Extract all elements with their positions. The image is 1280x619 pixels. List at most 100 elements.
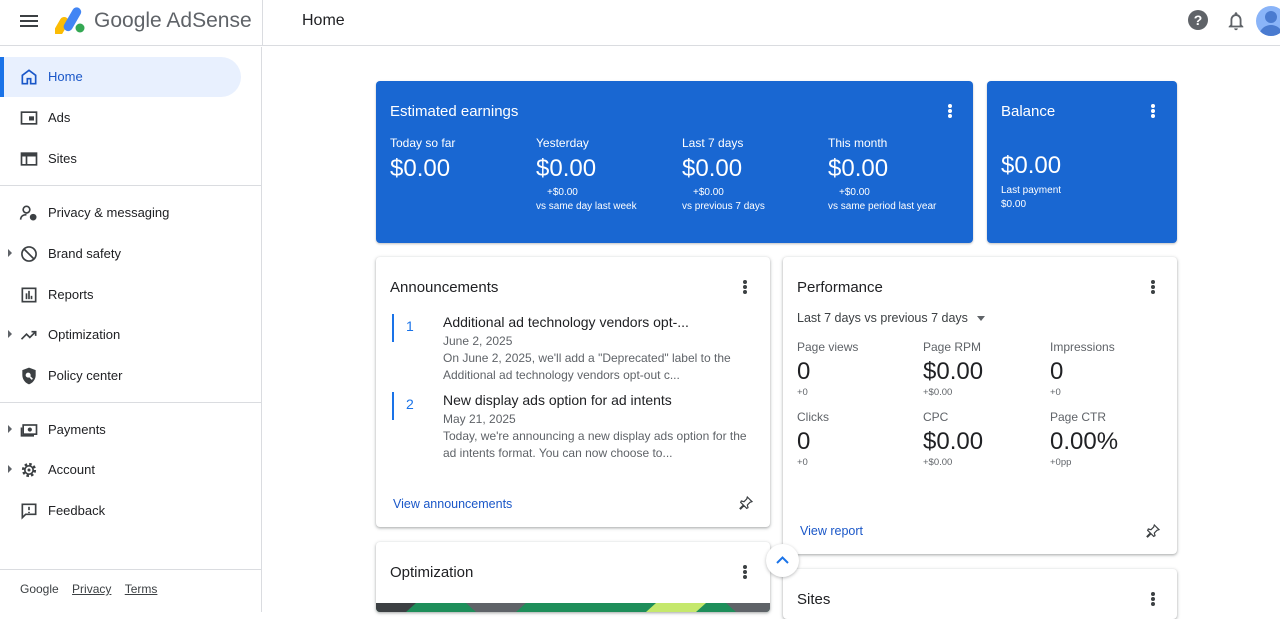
sidebar-item-label: Payments	[48, 422, 106, 437]
metric-label: Page CTR	[1050, 410, 1107, 424]
pin-icon[interactable]	[1145, 523, 1161, 539]
earnings-delta: +$0.00	[693, 187, 724, 198]
more-options-icon[interactable]	[948, 104, 952, 118]
card-title: Balance	[1001, 103, 1056, 120]
sidebar-item-label: Ads	[48, 110, 71, 125]
metric-delta: +0	[1050, 387, 1061, 398]
sidebar-item-optimization[interactable]: Optimization	[0, 315, 241, 355]
sidebar-item-label: Sites	[48, 151, 77, 166]
ads-icon	[20, 111, 38, 125]
view-announcements-link[interactable]: View announcements	[393, 497, 512, 511]
sidebar-item-home[interactable]: Home	[0, 57, 241, 97]
earnings-value: $0.00	[682, 155, 743, 182]
header-divider	[262, 0, 263, 46]
sidebar-item-sites[interactable]: Sites	[0, 139, 241, 179]
sidebar-item-privacy-messaging[interactable]: Privacy & messaging	[0, 193, 241, 233]
earnings-label: This month	[828, 136, 888, 150]
page-title: Home	[302, 12, 345, 29]
metric-label: Impressions	[1050, 340, 1115, 354]
account-avatar[interactable]	[1256, 6, 1280, 36]
earnings-compare: vs same day last week	[536, 201, 637, 212]
more-options-icon[interactable]	[743, 565, 747, 579]
terms-link[interactable]: Terms	[125, 582, 158, 596]
pin-icon[interactable]	[738, 495, 754, 511]
metric-impressions: Impressions 0 +0	[1050, 340, 1170, 398]
expand-caret-icon[interactable]	[8, 330, 12, 338]
metric-delta: +0	[797, 387, 808, 398]
sidebar-item-label: Home	[48, 69, 83, 84]
announcement-body: Today, we're announcing a new display ad…	[443, 429, 747, 460]
more-options-icon[interactable]	[743, 280, 747, 294]
announcement-item[interactable]: 2 New display ads option for ad intents …	[392, 392, 762, 462]
earnings-label: Today so far	[390, 136, 456, 150]
card-title: Sites	[797, 591, 831, 608]
optimization-card: Optimization	[376, 542, 770, 612]
help-icon[interactable]: ?	[1188, 10, 1208, 30]
expand-caret-icon[interactable]	[8, 425, 12, 433]
adsense-logo-icon	[55, 7, 85, 34]
more-options-icon[interactable]	[1151, 280, 1155, 294]
performance-card: Performance Last 7 days vs previous 7 da…	[783, 257, 1177, 554]
metric-label: Page RPM	[923, 340, 982, 354]
avatar-person-icon	[1259, 11, 1280, 36]
google-footer-label: Google	[20, 582, 59, 596]
announcement-item[interactable]: 1 Additional ad technology vendors opt-.…	[392, 314, 762, 384]
announcement-date: May 21, 2025	[443, 412, 516, 426]
feedback-icon	[21, 503, 37, 520]
scroll-to-top-button[interactable]	[766, 544, 799, 577]
chevron-up-icon	[776, 556, 789, 564]
card-title: Estimated earnings	[390, 103, 519, 120]
earnings-delta: +$0.00	[547, 187, 578, 198]
earnings-value: $0.00	[828, 155, 889, 182]
announcement-marker	[392, 314, 394, 342]
sidebar-item-ads[interactable]: Ads	[0, 98, 241, 138]
earnings-value: $0.00	[536, 155, 597, 182]
earnings-last-7-days: Last 7 days $0.00 +$0.00 vs previous 7 d…	[682, 136, 822, 212]
sidebar-item-reports[interactable]: Reports	[0, 275, 241, 315]
sidebar-item-feedback[interactable]: Feedback	[0, 491, 241, 531]
sidebar-item-label: Policy center	[48, 368, 123, 383]
earnings-delta: +$0.00	[839, 187, 870, 198]
metric-delta: +$0.00	[923, 387, 953, 398]
sidebar-item-policy-center[interactable]: Policy center	[0, 356, 241, 396]
more-options-icon[interactable]	[1151, 104, 1155, 118]
expand-caret-icon[interactable]	[8, 249, 12, 257]
notifications-bell-icon[interactable]	[1225, 10, 1247, 32]
brand-name[interactable]: Google AdSense	[94, 9, 252, 33]
privacy-link[interactable]: Privacy	[72, 582, 111, 596]
sidebar-item-brand-safety[interactable]: Brand safety	[0, 234, 241, 274]
date-range-label: Last 7 days vs previous 7 days	[797, 311, 968, 325]
sidebar-item-label: Optimization	[48, 327, 121, 342]
announcement-headline[interactable]: New display ads option for ad intents	[443, 392, 672, 408]
metric-delta: +0pp	[1050, 457, 1072, 468]
metric-delta: +0	[797, 457, 808, 468]
metric-label: Page views	[797, 340, 859, 354]
payments-icon	[20, 424, 38, 437]
home-icon	[21, 69, 37, 85]
earnings-value: $0.00	[390, 155, 451, 182]
announcement-headline[interactable]: Additional ad technology vendors opt-...	[443, 314, 689, 330]
metric-delta: +$0.00	[923, 457, 953, 468]
sidebar-item-account[interactable]: Account	[0, 450, 241, 490]
metric-value: 0	[1050, 358, 1064, 385]
announcement-date: June 2, 2025	[443, 334, 513, 348]
date-range-selector[interactable]: Last 7 days vs previous 7 days	[797, 311, 986, 325]
metric-clicks: Clicks 0 +0	[797, 410, 917, 468]
last-payment-label: Last payment	[1001, 185, 1062, 196]
sidebar-item-label: Brand safety	[48, 246, 121, 261]
announcement-number: 2	[406, 396, 414, 412]
sidebar-item-label: Privacy & messaging	[48, 205, 170, 220]
sidebar-item-payments[interactable]: Payments	[0, 410, 241, 450]
sidebar-footer: Google Privacy Terms	[20, 582, 157, 596]
card-title: Announcements	[390, 279, 499, 296]
reports-icon	[21, 287, 37, 303]
card-title: Optimization	[390, 564, 474, 581]
metric-value: $0.00	[923, 358, 984, 385]
view-report-link[interactable]: View report	[800, 524, 863, 538]
expand-caret-icon[interactable]	[8, 465, 12, 473]
more-options-icon[interactable]	[1151, 592, 1155, 606]
main-menu-icon[interactable]	[20, 12, 38, 30]
policy-icon	[22, 367, 36, 385]
earnings-yesterday: Yesterday $0.00 +$0.00 vs same day last …	[536, 136, 676, 212]
earnings-compare: vs previous 7 days	[682, 201, 765, 212]
